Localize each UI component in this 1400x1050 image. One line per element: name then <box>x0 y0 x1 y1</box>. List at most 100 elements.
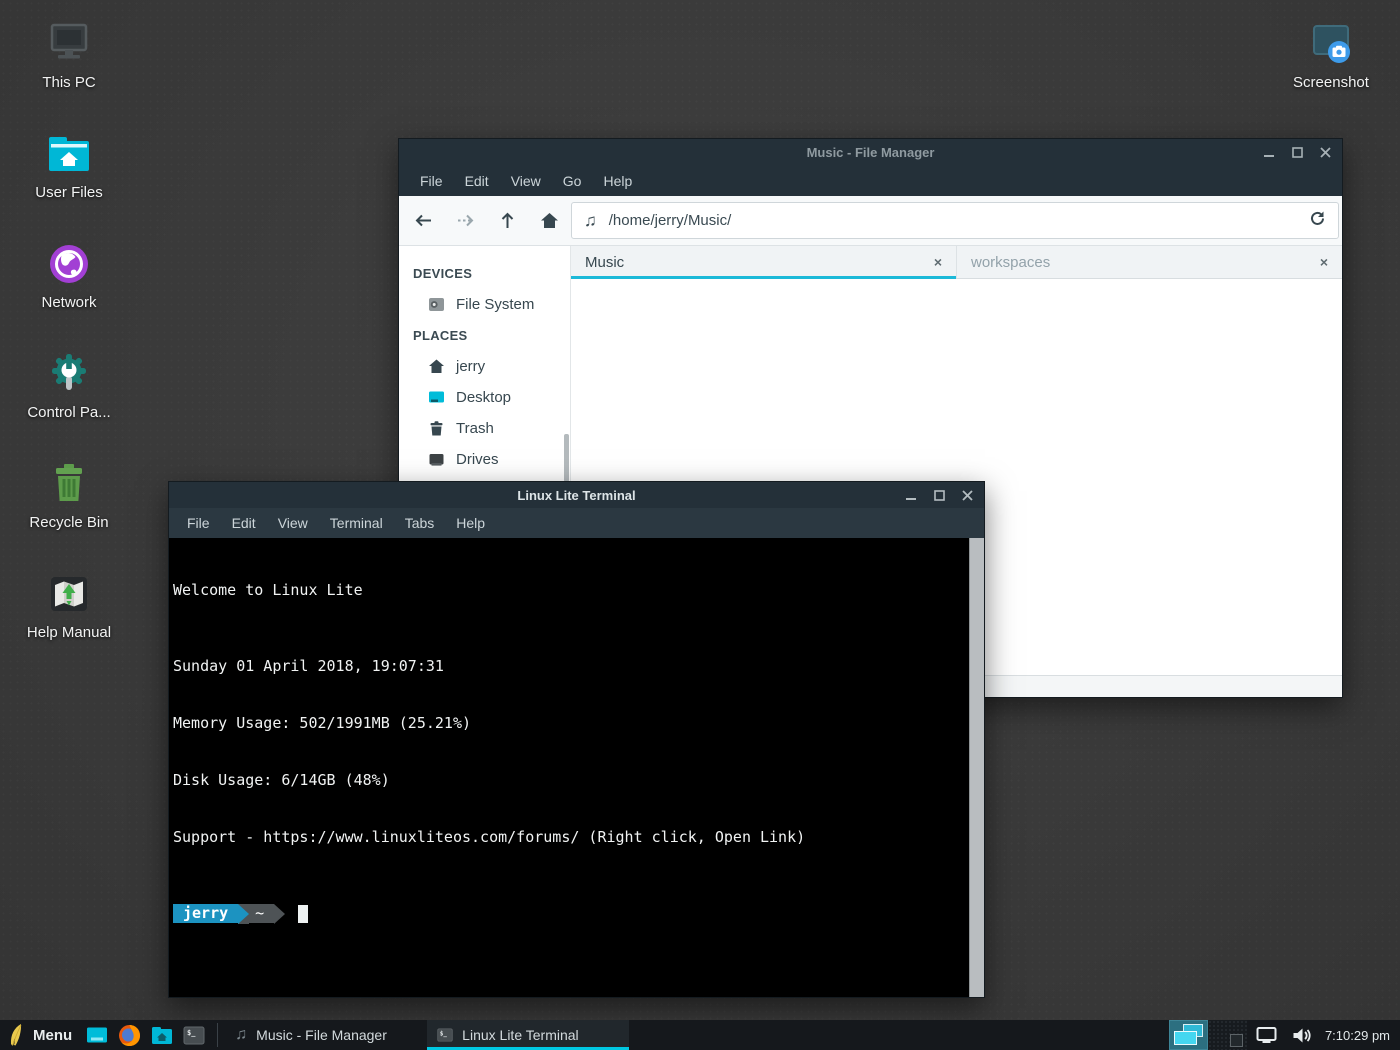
screenshot-icon <box>1307 20 1355 68</box>
taskbar-task-terminal[interactable]: $_ Linux Lite Terminal <box>427 1020 629 1050</box>
workspace-2[interactable] <box>1208 1020 1247 1050</box>
globe-icon <box>45 240 93 288</box>
sidebar-item-label: Desktop <box>456 389 511 406</box>
menu-help[interactable]: Help <box>445 508 496 538</box>
menu-file[interactable]: File <box>176 508 221 538</box>
menu-tabs[interactable]: Tabs <box>394 508 446 538</box>
minimize-button[interactable] <box>905 489 918 502</box>
home-folder-icon <box>45 130 93 178</box>
clock[interactable]: 7:10:29 pm <box>1325 1028 1390 1043</box>
desktop-icon-help-manual[interactable]: Help Manual <box>8 570 130 680</box>
desktop-icon-label: Network <box>41 294 96 311</box>
terminal-titlebar[interactable]: Linux Lite Terminal <box>169 482 984 508</box>
desktop-icon-this-pc[interactable]: This PC <box>8 20 130 130</box>
prompt-directory-segment: ~ <box>249 904 274 923</box>
tab-workspaces[interactable]: workspaces × <box>956 246 1342 278</box>
close-button[interactable] <box>1319 146 1332 159</box>
home-button[interactable] <box>538 209 561 232</box>
menu-edit[interactable]: Edit <box>221 508 267 538</box>
firefox-launcher[interactable] <box>113 1020 146 1050</box>
sidebar-item-home[interactable]: jerry <box>399 351 570 382</box>
sidebar-item-label: Drives <box>456 451 499 468</box>
tab-label: Music <box>585 254 934 271</box>
terminal-scrollbar[interactable] <box>969 538 984 997</box>
menu-go[interactable]: Go <box>552 166 593 196</box>
desktop-icon-screenshot[interactable]: Screenshot <box>1271 20 1391 130</box>
desktop-icon-label: Screenshot <box>1293 74 1369 91</box>
menu-view[interactable]: View <box>267 508 319 538</box>
terminal-window: Linux Lite Terminal File Edit View Termi… <box>168 481 985 998</box>
desktop-icon-column: This PC User Files Network <box>8 20 130 680</box>
reload-button[interactable] <box>1309 210 1326 232</box>
back-button[interactable] <box>412 209 435 232</box>
sidebar-item-drives[interactable]: Drives <box>399 444 570 475</box>
desktop-icon-label: Recycle Bin <box>29 514 108 531</box>
close-button[interactable] <box>961 489 974 502</box>
task-label: Linux Lite Terminal <box>462 1027 578 1043</box>
places-header: PLACES <box>399 320 570 351</box>
shell-prompt: jerry ~ <box>173 904 964 923</box>
desktop-icon-label: This PC <box>42 74 95 91</box>
window-title: Music - File Manager <box>399 145 1342 160</box>
minimize-button[interactable] <box>1263 146 1276 159</box>
tab-close-icon[interactable]: × <box>934 254 942 270</box>
menu-help[interactable]: Help <box>592 166 643 196</box>
desktop-icon-user-files[interactable]: User Files <box>8 130 130 240</box>
music-note-icon: ♫ <box>584 211 597 231</box>
sidebar-item-trash[interactable]: Trash <box>399 413 570 444</box>
sidebar-item-file-system[interactable]: File System <box>399 289 570 320</box>
workspace-1[interactable] <box>1169 1020 1208 1050</box>
svg-text:$_: $_ <box>440 1031 447 1037</box>
desktop-icon <box>428 389 445 406</box>
menu-label: Menu <box>33 1027 72 1044</box>
menu-view[interactable]: View <box>500 166 552 196</box>
system-tray: 7:10:29 pm <box>1169 1020 1400 1050</box>
maximize-button[interactable] <box>1291 146 1304 159</box>
maximize-button[interactable] <box>933 489 946 502</box>
file-manager-titlebar[interactable]: Music - File Manager <box>399 139 1342 166</box>
window-title: Linux Lite Terminal <box>169 488 984 503</box>
up-button[interactable] <box>496 209 519 232</box>
workspace-window-thumbnail <box>1174 1031 1197 1045</box>
sidebar-scrollbar[interactable] <box>564 434 569 482</box>
path-text: /home/jerry/Music/ <box>609 212 1297 229</box>
menu-edit[interactable]: Edit <box>454 166 500 196</box>
forward-button[interactable] <box>454 209 477 232</box>
path-bar[interactable]: ♫ /home/jerry/Music/ <box>571 202 1339 239</box>
file-manager-toolbar: ♫ /home/jerry/Music/ <box>399 196 1342 246</box>
home-folder-icon <box>151 1026 173 1045</box>
tab-music[interactable]: Music × <box>571 246 956 278</box>
devices-header: DEVICES <box>399 258 570 289</box>
menu-terminal[interactable]: Terminal <box>319 508 394 538</box>
show-desktop-button[interactable] <box>81 1020 113 1050</box>
sidebar-item-label: File System <box>456 296 534 313</box>
terminal-launcher[interactable]: $_ <box>178 1020 210 1050</box>
terminal-output-area[interactable]: Welcome to Linux Lite Sunday 01 April 20… <box>169 538 984 997</box>
start-menu-button[interactable]: Menu <box>0 1020 81 1050</box>
tab-label: workspaces <box>971 254 1320 271</box>
desktop-icon-recycle-bin[interactable]: Recycle Bin <box>8 460 130 570</box>
file-manager-launcher[interactable] <box>146 1020 178 1050</box>
desktop-icon-control-panel[interactable]: Control Pa... <box>8 350 130 460</box>
powerline-arrow-icon <box>238 904 249 924</box>
display-tray-icon[interactable] <box>1256 1026 1277 1044</box>
volume-tray-icon[interactable] <box>1292 1027 1312 1044</box>
desktop-icon-label: Control Pa... <box>27 404 110 421</box>
firefox-icon <box>118 1024 141 1047</box>
taskbar: Menu $_ ♫ Music - File Manager <box>0 1020 1400 1050</box>
terminal-cursor <box>298 905 308 923</box>
desktop-icon <box>86 1026 108 1045</box>
taskbar-task-file-manager[interactable]: ♫ Music - File Manager <box>225 1020 427 1050</box>
monitor-icon <box>45 20 93 68</box>
linux-lite-feather-icon <box>8 1023 25 1047</box>
desktop-icon-label: Help Manual <box>27 624 111 641</box>
terminal-menubar: File Edit View Terminal Tabs Help <box>169 508 984 538</box>
trash-icon <box>428 420 445 437</box>
taskbar-separator <box>217 1023 218 1047</box>
tab-close-icon[interactable]: × <box>1320 254 1328 270</box>
desktop-icon-network[interactable]: Network <box>8 240 130 350</box>
gear-wrench-icon <box>45 350 93 398</box>
drive-icon <box>428 296 445 313</box>
menu-file[interactable]: File <box>409 166 454 196</box>
sidebar-item-desktop[interactable]: Desktop <box>399 382 570 413</box>
